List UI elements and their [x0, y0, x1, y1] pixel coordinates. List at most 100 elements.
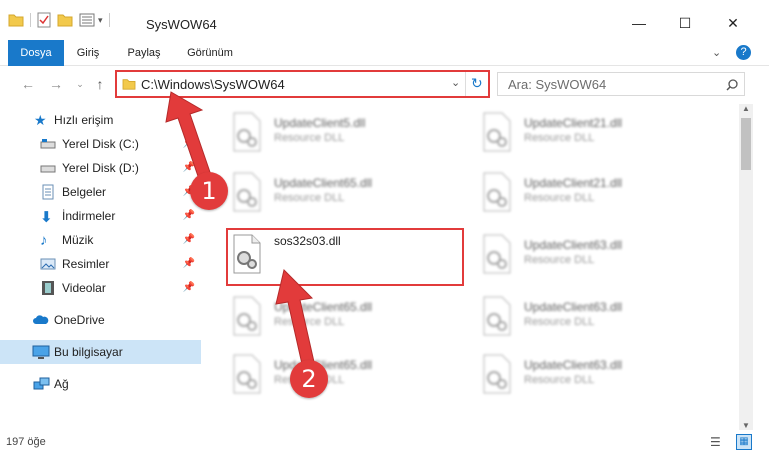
dll-file-icon — [483, 112, 511, 152]
target-file-highlight — [226, 228, 464, 286]
pin-icon[interactable]: 📌 — [183, 282, 195, 293]
recent-locations-icon[interactable]: ⌄ — [72, 76, 88, 92]
sidebar-item-music[interactable]: ♪ Müzik 📌 — [0, 228, 201, 252]
list-item[interactable]: UpdateClient5.dll Resource DLL — [226, 106, 456, 162]
back-arrow-icon[interactable]: ← — [20, 76, 36, 92]
drive-icon — [40, 160, 56, 176]
file-name: UpdateClient5.dll — [274, 116, 366, 130]
sidebar-item-network[interactable]: Ağ — [0, 372, 201, 396]
tab-home[interactable]: Giriş — [66, 40, 110, 66]
drive-icon — [40, 136, 56, 152]
close-button[interactable]: ✕ — [710, 8, 756, 38]
pin-icon[interactable]: 📌 — [183, 258, 195, 269]
search-icon[interactable] — [726, 79, 738, 91]
sidebar-item-label: Yerel Disk (D:) — [62, 161, 139, 175]
pin-icon[interactable]: 📌 — [183, 210, 195, 221]
sidebar-item-downloads[interactable]: ⬇ İndirmeler 📌 — [0, 204, 201, 228]
new-folder-icon[interactable] — [57, 13, 73, 27]
address-bar[interactable]: C:\Windows\SysWOW64 ⌄ ↻ — [115, 70, 490, 98]
ribbon: Dosya Giriş Paylaş Görünüm ⌄ ? — [0, 40, 769, 66]
dll-file-icon — [233, 112, 261, 152]
scroll-down-icon[interactable]: ▼ — [742, 421, 750, 430]
network-icon — [32, 376, 50, 392]
view-options-icon[interactable] — [79, 13, 95, 27]
list-item[interactable]: UpdateClient65.dll Resource DLL — [226, 290, 456, 346]
item-count: 197 öğe — [6, 436, 46, 448]
sidebar-item-pictures[interactable]: Resimler 📌 — [0, 252, 201, 276]
dll-file-icon — [483, 354, 511, 394]
tab-share[interactable]: Paylaş — [120, 40, 168, 66]
file-name: UpdateClient63.dll — [524, 300, 623, 314]
file-name: UpdateClient21.dll — [524, 116, 623, 130]
sidebar-item-videos[interactable]: Videolar 📌 — [0, 276, 201, 300]
properties-icon[interactable] — [37, 12, 51, 28]
separator — [30, 13, 31, 27]
dll-file-icon — [233, 354, 261, 394]
list-item[interactable]: UpdateClient63.dll Resource DLL — [476, 348, 706, 404]
list-item[interactable]: UpdateClient65.dll Resource DLL — [226, 166, 456, 222]
sidebar-item-onedrive[interactable]: OneDrive — [0, 308, 201, 332]
separator — [465, 72, 466, 96]
file-name: UpdateClient63.dll — [524, 358, 623, 372]
minimize-button[interactable]: — — [616, 8, 662, 38]
help-icon[interactable]: ? — [736, 45, 751, 60]
sidebar-item-label: İndirmeler — [62, 209, 116, 223]
step-1-badge: 1 — [190, 172, 228, 210]
sidebar-item-label: Videolar — [62, 281, 106, 295]
pin-icon[interactable]: 📌 — [183, 138, 195, 149]
file-type: Resource DLL — [274, 316, 345, 328]
list-item[interactable]: UpdateClient21.dll Resource DLL — [476, 106, 706, 162]
list-item[interactable]: UpdateClient63.dll Resource DLL — [476, 228, 706, 284]
sidebar-item-label: Ağ — [54, 377, 69, 391]
title-bar: ▾ SysWOW64 — ☐ ✕ — [0, 0, 769, 40]
sidebar-item-local-disk-c[interactable]: Yerel Disk (C:) 📌 — [0, 132, 201, 156]
expand-ribbon-icon[interactable]: ⌄ — [712, 46, 721, 59]
up-arrow-icon[interactable]: ↑ — [92, 76, 108, 92]
details-view-icon[interactable]: ☰ — [710, 435, 721, 449]
music-note-icon: ♪ — [40, 232, 48, 249]
tab-view[interactable]: Görünüm — [178, 40, 242, 66]
dll-file-icon — [483, 296, 511, 336]
list-item[interactable]: UpdateClient65.dll Resource DLL — [226, 348, 456, 404]
file-type: Resource DLL — [524, 132, 595, 144]
tab-file[interactable]: Dosya — [8, 40, 64, 66]
address-path: C:\Windows\SysWOW64 — [141, 77, 285, 92]
cloud-icon — [32, 312, 49, 328]
pictures-icon — [40, 256, 56, 272]
maximize-button[interactable]: ☐ — [662, 8, 708, 38]
scrollbar-thumb[interactable] — [741, 118, 751, 170]
search-input[interactable]: Ara: SysWOW64 — [508, 77, 606, 92]
sidebar-item-this-pc[interactable]: Bu bilgisayar — [0, 340, 201, 364]
scroll-up-icon[interactable]: ▲ — [742, 104, 750, 113]
dll-file-icon — [483, 234, 511, 274]
pin-icon[interactable]: 📌 — [183, 234, 195, 245]
file-type: Resource DLL — [524, 254, 595, 266]
address-dropdown-icon[interactable]: ⌄ — [451, 76, 460, 89]
file-type: Resource DLL — [274, 132, 345, 144]
vertical-scrollbar[interactable]: ▲ ▼ — [739, 104, 753, 430]
quick-access-toolbar: ▾ — [8, 10, 116, 30]
list-item[interactable]: UpdateClient63.dll Resource DLL — [476, 290, 706, 346]
search-box[interactable]: Ara: SysWOW64 — [497, 72, 745, 96]
file-name: UpdateClient65.dll — [274, 176, 373, 190]
forward-arrow-icon[interactable]: → — [48, 76, 64, 92]
sidebar-item-quick-access[interactable]: ★ Hızlı erişim — [0, 108, 201, 132]
sidebar-item-label: Belgeler — [62, 185, 107, 199]
file-name: UpdateClient21.dll — [524, 176, 623, 190]
sidebar-item-label: Resimler — [62, 257, 110, 271]
refresh-icon[interactable]: ↻ — [471, 75, 483, 92]
file-name: UpdateClient63.dll — [524, 238, 623, 252]
sidebar-item-label: Hızlı erişim — [54, 113, 114, 127]
list-item[interactable]: UpdateClient21.dll Resource DLL — [476, 166, 706, 222]
large-icons-view-icon[interactable]: ▦ — [736, 434, 752, 450]
sidebar-item-local-disk-d[interactable]: Yerel Disk (D:) 📌 — [0, 156, 201, 180]
sidebar-item-label: OneDrive — [54, 313, 105, 327]
separator — [108, 13, 110, 27]
dll-file-icon — [233, 296, 261, 336]
dll-file-icon — [483, 172, 511, 212]
sidebar-item-documents[interactable]: Belgeler 📌 — [0, 180, 201, 204]
folder-icon — [122, 79, 136, 90]
pin-icon[interactable]: 📌 — [183, 162, 195, 173]
customize-dropdown-icon[interactable]: ▾ — [98, 15, 103, 26]
download-arrow-icon: ⬇ — [40, 209, 53, 226]
